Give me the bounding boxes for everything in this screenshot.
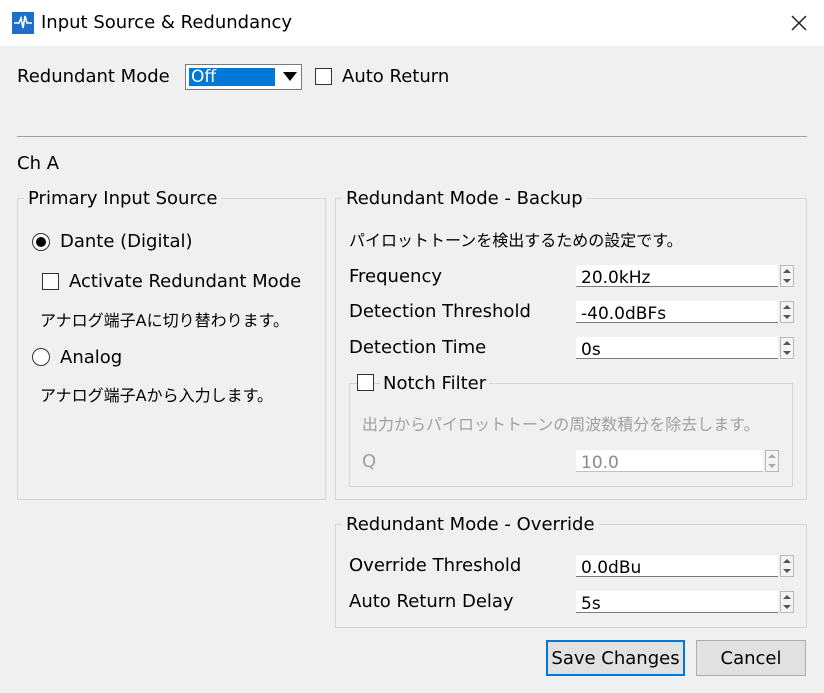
dante-radio[interactable] [32, 233, 50, 251]
cancel-button[interactable]: Cancel [696, 640, 806, 676]
detection-threshold-stepper[interactable] [780, 301, 794, 323]
activate-redundant-label[interactable]: Activate Redundant Mode [69, 271, 301, 293]
notch-filter-label[interactable]: Notch Filter [380, 373, 490, 395]
auto-return-label[interactable]: Auto Return [342, 66, 449, 88]
q-label: Q [362, 451, 377, 472]
detection-time-label: Detection Time [349, 337, 487, 358]
arrow-up-icon [783, 595, 791, 599]
detection-time-input[interactable]: 0s [576, 337, 778, 359]
frequency-label: Frequency [349, 266, 442, 287]
notch-filter-description: 出力からパイロットトーンの周波数積分を除去します。 [362, 415, 760, 434]
arrow-down-icon [783, 315, 791, 319]
activate-redundant-note: アナログ端子Aに切り替わります。 [40, 311, 290, 330]
override-title: Redundant Mode - Override [342, 514, 599, 536]
arrow-up-icon [783, 305, 791, 309]
frequency-spinbox[interactable]: 20.0kHz [576, 265, 794, 287]
q-stepper[interactable] [765, 450, 779, 472]
close-icon [791, 15, 807, 31]
arrow-down-icon [768, 464, 776, 468]
arrow-down-icon [783, 351, 791, 355]
detection-time-spinbox[interactable]: 0s [576, 337, 794, 359]
detection-threshold-spinbox[interactable]: -40.0dBFs [576, 301, 794, 323]
close-button[interactable] [784, 8, 814, 38]
backup-title: Redundant Mode - Backup [342, 188, 587, 210]
primary-input-title: Primary Input Source [24, 188, 222, 210]
redundant-mode-label: Redundant Mode [17, 66, 170, 87]
q-input[interactable]: 10.0 [576, 450, 763, 472]
arrow-up-icon [783, 559, 791, 563]
activate-redundant-checkbox[interactable] [42, 273, 59, 290]
backup-description: パイロットトーンを検出するための設定です。 [349, 231, 683, 250]
waveform-app-icon [12, 12, 34, 34]
detection-threshold-input[interactable]: -40.0dBFs [576, 301, 778, 323]
override-threshold-label: Override Threshold [349, 555, 522, 576]
override-threshold-input[interactable]: 0.0dBu [576, 555, 778, 577]
window-title: Input Source & Redundancy [41, 12, 293, 33]
notch-filter-checkbox[interactable] [357, 374, 374, 391]
arrow-up-icon [768, 454, 776, 458]
analog-radio[interactable] [32, 348, 50, 366]
arrow-up-icon [783, 341, 791, 345]
chevron-down-icon [283, 72, 297, 81]
override-threshold-spinbox[interactable]: 0.0dBu [576, 555, 794, 577]
redundant-mode-value: Off [189, 68, 275, 86]
channel-label: Ch A [17, 153, 60, 174]
dante-label[interactable]: Dante (Digital) [60, 231, 193, 253]
detection-time-stepper[interactable] [780, 337, 794, 359]
save-changes-button[interactable]: Save Changes [546, 640, 685, 676]
q-spinbox[interactable]: 10.0 [576, 450, 779, 472]
frequency-input[interactable]: 20.0kHz [576, 265, 778, 287]
override-threshold-stepper[interactable] [780, 555, 794, 577]
arrow-down-icon [783, 569, 791, 573]
auto-return-delay-spinbox[interactable]: 5s [576, 591, 794, 613]
analog-note: アナログ端子Aから入力します。 [40, 386, 274, 405]
analog-label[interactable]: Analog [60, 347, 122, 369]
auto-return-checkbox[interactable] [315, 68, 332, 85]
arrow-up-icon [783, 269, 791, 273]
arrow-down-icon [783, 605, 791, 609]
frequency-stepper[interactable] [780, 265, 794, 287]
auto-return-delay-input[interactable]: 5s [576, 591, 778, 613]
auto-return-delay-label: Auto Return Delay [349, 591, 514, 612]
auto-return-delay-stepper[interactable] [780, 591, 794, 613]
title-bar: Input Source & Redundancy [0, 0, 824, 46]
redundant-mode-select[interactable]: Off [185, 64, 302, 90]
arrow-down-icon [783, 279, 791, 283]
detection-threshold-label: Detection Threshold [349, 301, 531, 322]
divider [17, 136, 807, 137]
